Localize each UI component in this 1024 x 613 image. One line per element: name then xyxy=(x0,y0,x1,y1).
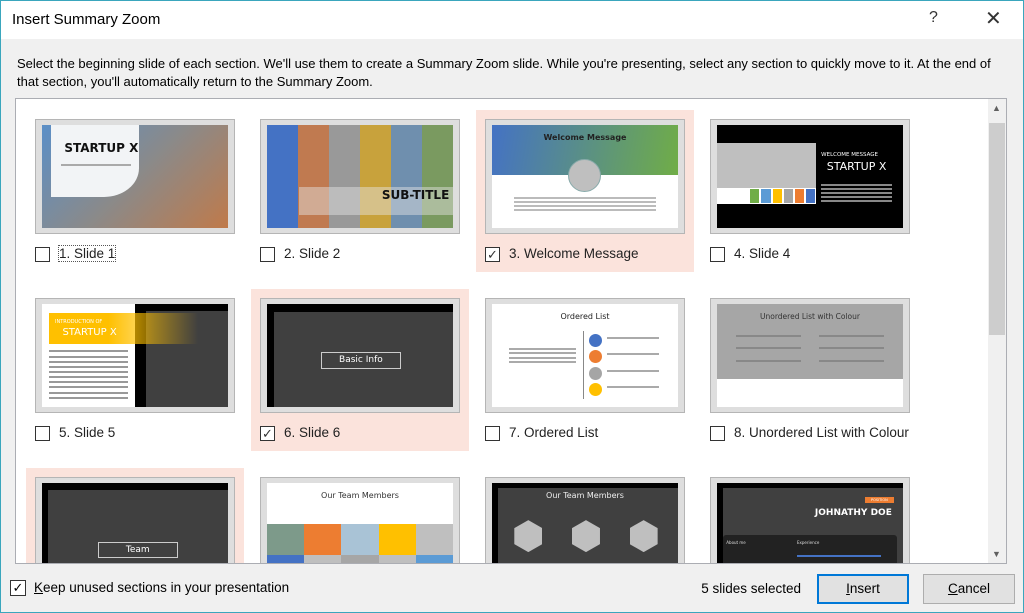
slide-item[interactable]: Welcome Message ✓ 3. Welcome Message xyxy=(476,110,694,272)
slide-checkbox[interactable] xyxy=(35,426,50,441)
help-button[interactable]: ? xyxy=(929,9,938,27)
slide-checkbox[interactable]: ✓ xyxy=(260,426,275,441)
slide-title: Our Team Members xyxy=(321,491,399,501)
slide-label[interactable]: 3. Welcome Message xyxy=(509,246,639,261)
slide-label[interactable]: 8. Unordered List with Colour xyxy=(734,425,909,440)
dialog-title: Insert Summary Zoom xyxy=(12,11,161,28)
slide-label[interactable]: 4. Slide 4 xyxy=(734,246,790,261)
slide-label[interactable]: 7. Ordered List xyxy=(509,425,598,440)
slide-checkbox[interactable] xyxy=(35,247,50,262)
slide-badge: POSITION xyxy=(865,497,894,504)
slide-title: JOHNATHY DOE xyxy=(814,507,892,518)
slide-item[interactable]: Basic Info ✓ 6. Slide 6 xyxy=(251,289,469,451)
slide-item[interactable]: Unordered List with Colour 8. Unordered … xyxy=(701,289,919,451)
slide-about: About me xyxy=(726,539,746,545)
dialog-window: Insert Summary Zoom ? ✕ Select the begin… xyxy=(0,0,1024,613)
title-bar: Insert Summary Zoom ? ✕ xyxy=(1,1,1023,39)
slide-thumbnail[interactable]: INTRODUCTION OF STARTUP X xyxy=(35,298,235,413)
slide-title: Ordered List xyxy=(560,312,610,322)
slide-title: STARTUP X xyxy=(62,326,117,338)
instructions-text: Select the beginning slide of each secti… xyxy=(17,56,991,89)
scroll-up-icon[interactable]: ▲ xyxy=(992,103,1001,113)
slide-item[interactable]: Ordered List 7. Ordered List xyxy=(476,289,694,451)
slide-thumbnail[interactable]: POSITION JOHNATHY DOE About me Experience xyxy=(710,477,910,563)
slide-item[interactable]: Our Team Members 10. Our Team Members xyxy=(251,468,469,563)
slide-checkbox[interactable] xyxy=(710,426,725,441)
slide-title: STARTUP X xyxy=(64,141,139,156)
slide-item[interactable]: WELCOME MESSAGE STARTUP X 4. Slide 4 xyxy=(701,110,919,272)
slide-title: SUB-TITLE xyxy=(381,187,450,202)
slide-item[interactable]: INTRODUCTION OF STARTUP X 5. Slide 5 xyxy=(26,289,244,451)
slide-title: Our Team Members xyxy=(546,491,624,501)
cancel-button[interactable]: Cancel xyxy=(923,574,1015,604)
slide-label[interactable]: 5. Slide 5 xyxy=(59,425,115,440)
slide-kicker: INTRODUCTION OF xyxy=(55,319,103,326)
keep-unused-checkbox[interactable]: ✓ xyxy=(10,580,26,596)
slide-title: Team xyxy=(97,541,178,559)
scrollbar-thumb[interactable] xyxy=(989,123,1005,335)
slide-checkbox[interactable] xyxy=(260,247,275,262)
slide-checkbox[interactable] xyxy=(710,247,725,262)
slide-label[interactable]: 2. Slide 2 xyxy=(284,246,340,261)
slide-item[interactable]: Our Team Members 11. Our Team Members xyxy=(476,468,694,563)
selected-count: 5 slides selected xyxy=(701,581,801,596)
slide-thumbnail[interactable]: Team xyxy=(35,477,235,563)
slide-title: STARTUP X xyxy=(826,160,887,174)
slide-experience: Experience xyxy=(796,539,820,545)
slide-kicker: WELCOME MESSAGE xyxy=(821,151,878,158)
close-button[interactable]: ✕ xyxy=(985,6,1002,31)
slide-item[interactable]: POSITIONJOHNATHY DOEAbout meExperience 1… xyxy=(701,468,919,563)
slide-label[interactable]: 6. Slide 6 xyxy=(284,425,340,440)
slide-thumbnail[interactable]: Ordered List xyxy=(485,298,685,413)
insert-button[interactable]: Insert xyxy=(817,574,909,604)
slide-thumbnail[interactable]: Unordered List with Colour xyxy=(710,298,910,413)
slide-item[interactable]: Team ✓ 9. Team xyxy=(26,468,244,563)
slide-item[interactable]: SUB-TITLE 2. Slide 2 xyxy=(251,110,469,272)
slide-label[interactable]: 1. Slide 1 xyxy=(57,245,117,262)
slide-thumbnail[interactable]: Our Team Members xyxy=(485,477,685,563)
vertical-scrollbar[interactable]: ▲ ▼ xyxy=(988,99,1006,563)
slide-thumbnail[interactable]: SUB-TITLE xyxy=(260,119,460,234)
slide-thumbnail[interactable]: STARTUP X xyxy=(35,119,235,234)
slide-thumbnail[interactable]: Our Team Members xyxy=(260,477,460,563)
slide-item[interactable]: STARTUP X 1. Slide 1 xyxy=(26,110,244,272)
slide-title: Welcome Message xyxy=(543,133,627,143)
slide-list[interactable]: POSITION JOHNATHY DOE About me Experience 1… xyxy=(15,98,1007,564)
slide-title: Basic Info xyxy=(320,352,401,369)
slide-thumbnail[interactable]: Welcome Message xyxy=(485,119,685,234)
slide-checkbox[interactable] xyxy=(485,426,500,441)
slide-title: Unordered List with Colour xyxy=(760,312,860,322)
slide-thumbnail[interactable]: WELCOME MESSAGE STARTUP X xyxy=(710,119,910,234)
scroll-down-icon[interactable]: ▼ xyxy=(992,549,1001,559)
slide-checkbox[interactable]: ✓ xyxy=(485,247,500,262)
keep-unused-label[interactable]: Keep unused sections in your presentatio… xyxy=(34,580,289,595)
slide-thumbnail[interactable]: Basic Info xyxy=(260,298,460,413)
